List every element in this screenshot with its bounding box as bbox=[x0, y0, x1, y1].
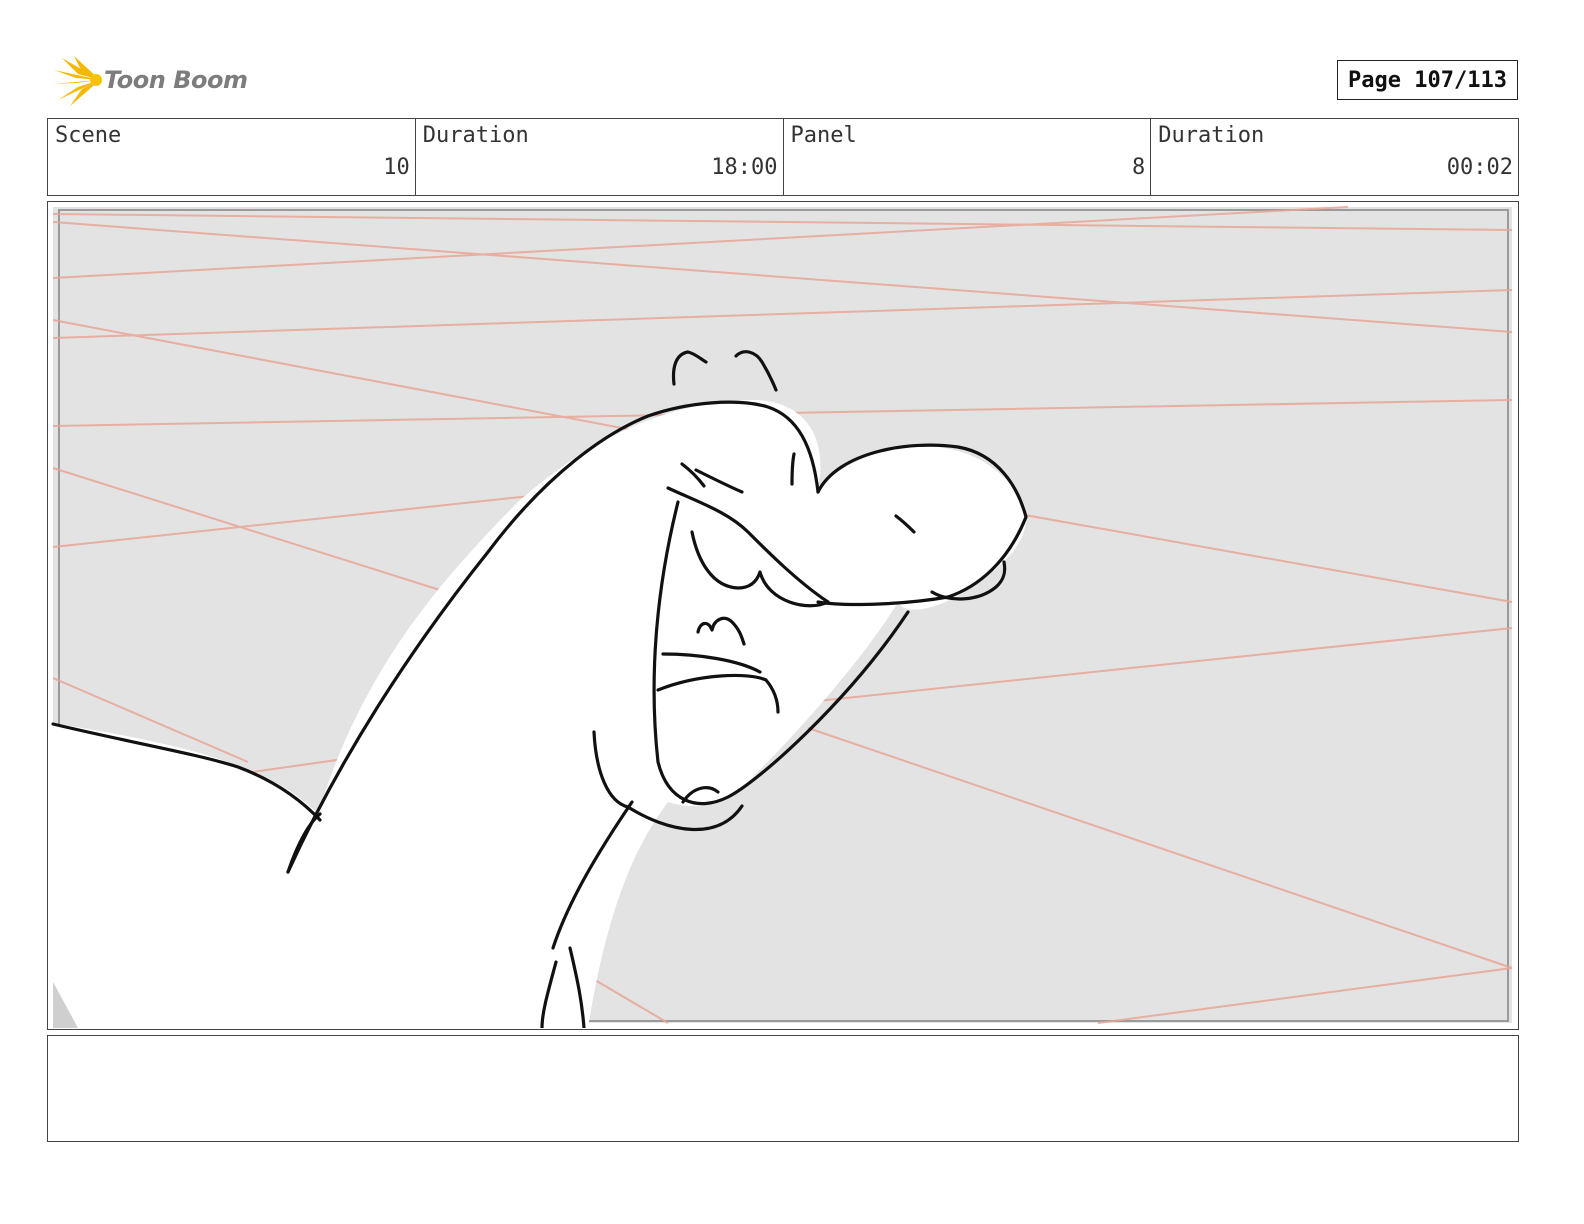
brand-name: Toon Boom bbox=[104, 66, 248, 94]
panel-duration-value: 00:02 bbox=[1446, 155, 1513, 180]
panel-cell: Panel 8 bbox=[784, 119, 1152, 195]
page-number: Page 107/113 bbox=[1337, 60, 1518, 100]
scene-duration-value: 18:00 bbox=[711, 155, 778, 180]
storyboard-panel bbox=[47, 201, 1519, 1030]
scene-value: 10 bbox=[383, 155, 410, 180]
panel-value: 8 bbox=[1132, 155, 1146, 180]
toon-boom-logo: Toon Boom bbox=[52, 54, 252, 108]
storyboard-drawing bbox=[51, 206, 1513, 1028]
notes-box bbox=[47, 1035, 1519, 1142]
panel-duration-cell: Duration 00:02 bbox=[1151, 119, 1518, 195]
scene-label: Scene bbox=[55, 123, 122, 148]
panel-duration-label: Duration bbox=[1158, 123, 1265, 148]
scene-duration-label: Duration bbox=[422, 123, 529, 148]
scene-cell: Scene 10 bbox=[48, 119, 416, 195]
panel-label: Panel bbox=[790, 123, 857, 148]
scene-duration-cell: Duration 18:00 bbox=[416, 119, 784, 195]
info-row: Scene 10 Duration 18:00 Panel 8 Duration… bbox=[47, 118, 1519, 196]
starburst-icon bbox=[52, 56, 102, 106]
